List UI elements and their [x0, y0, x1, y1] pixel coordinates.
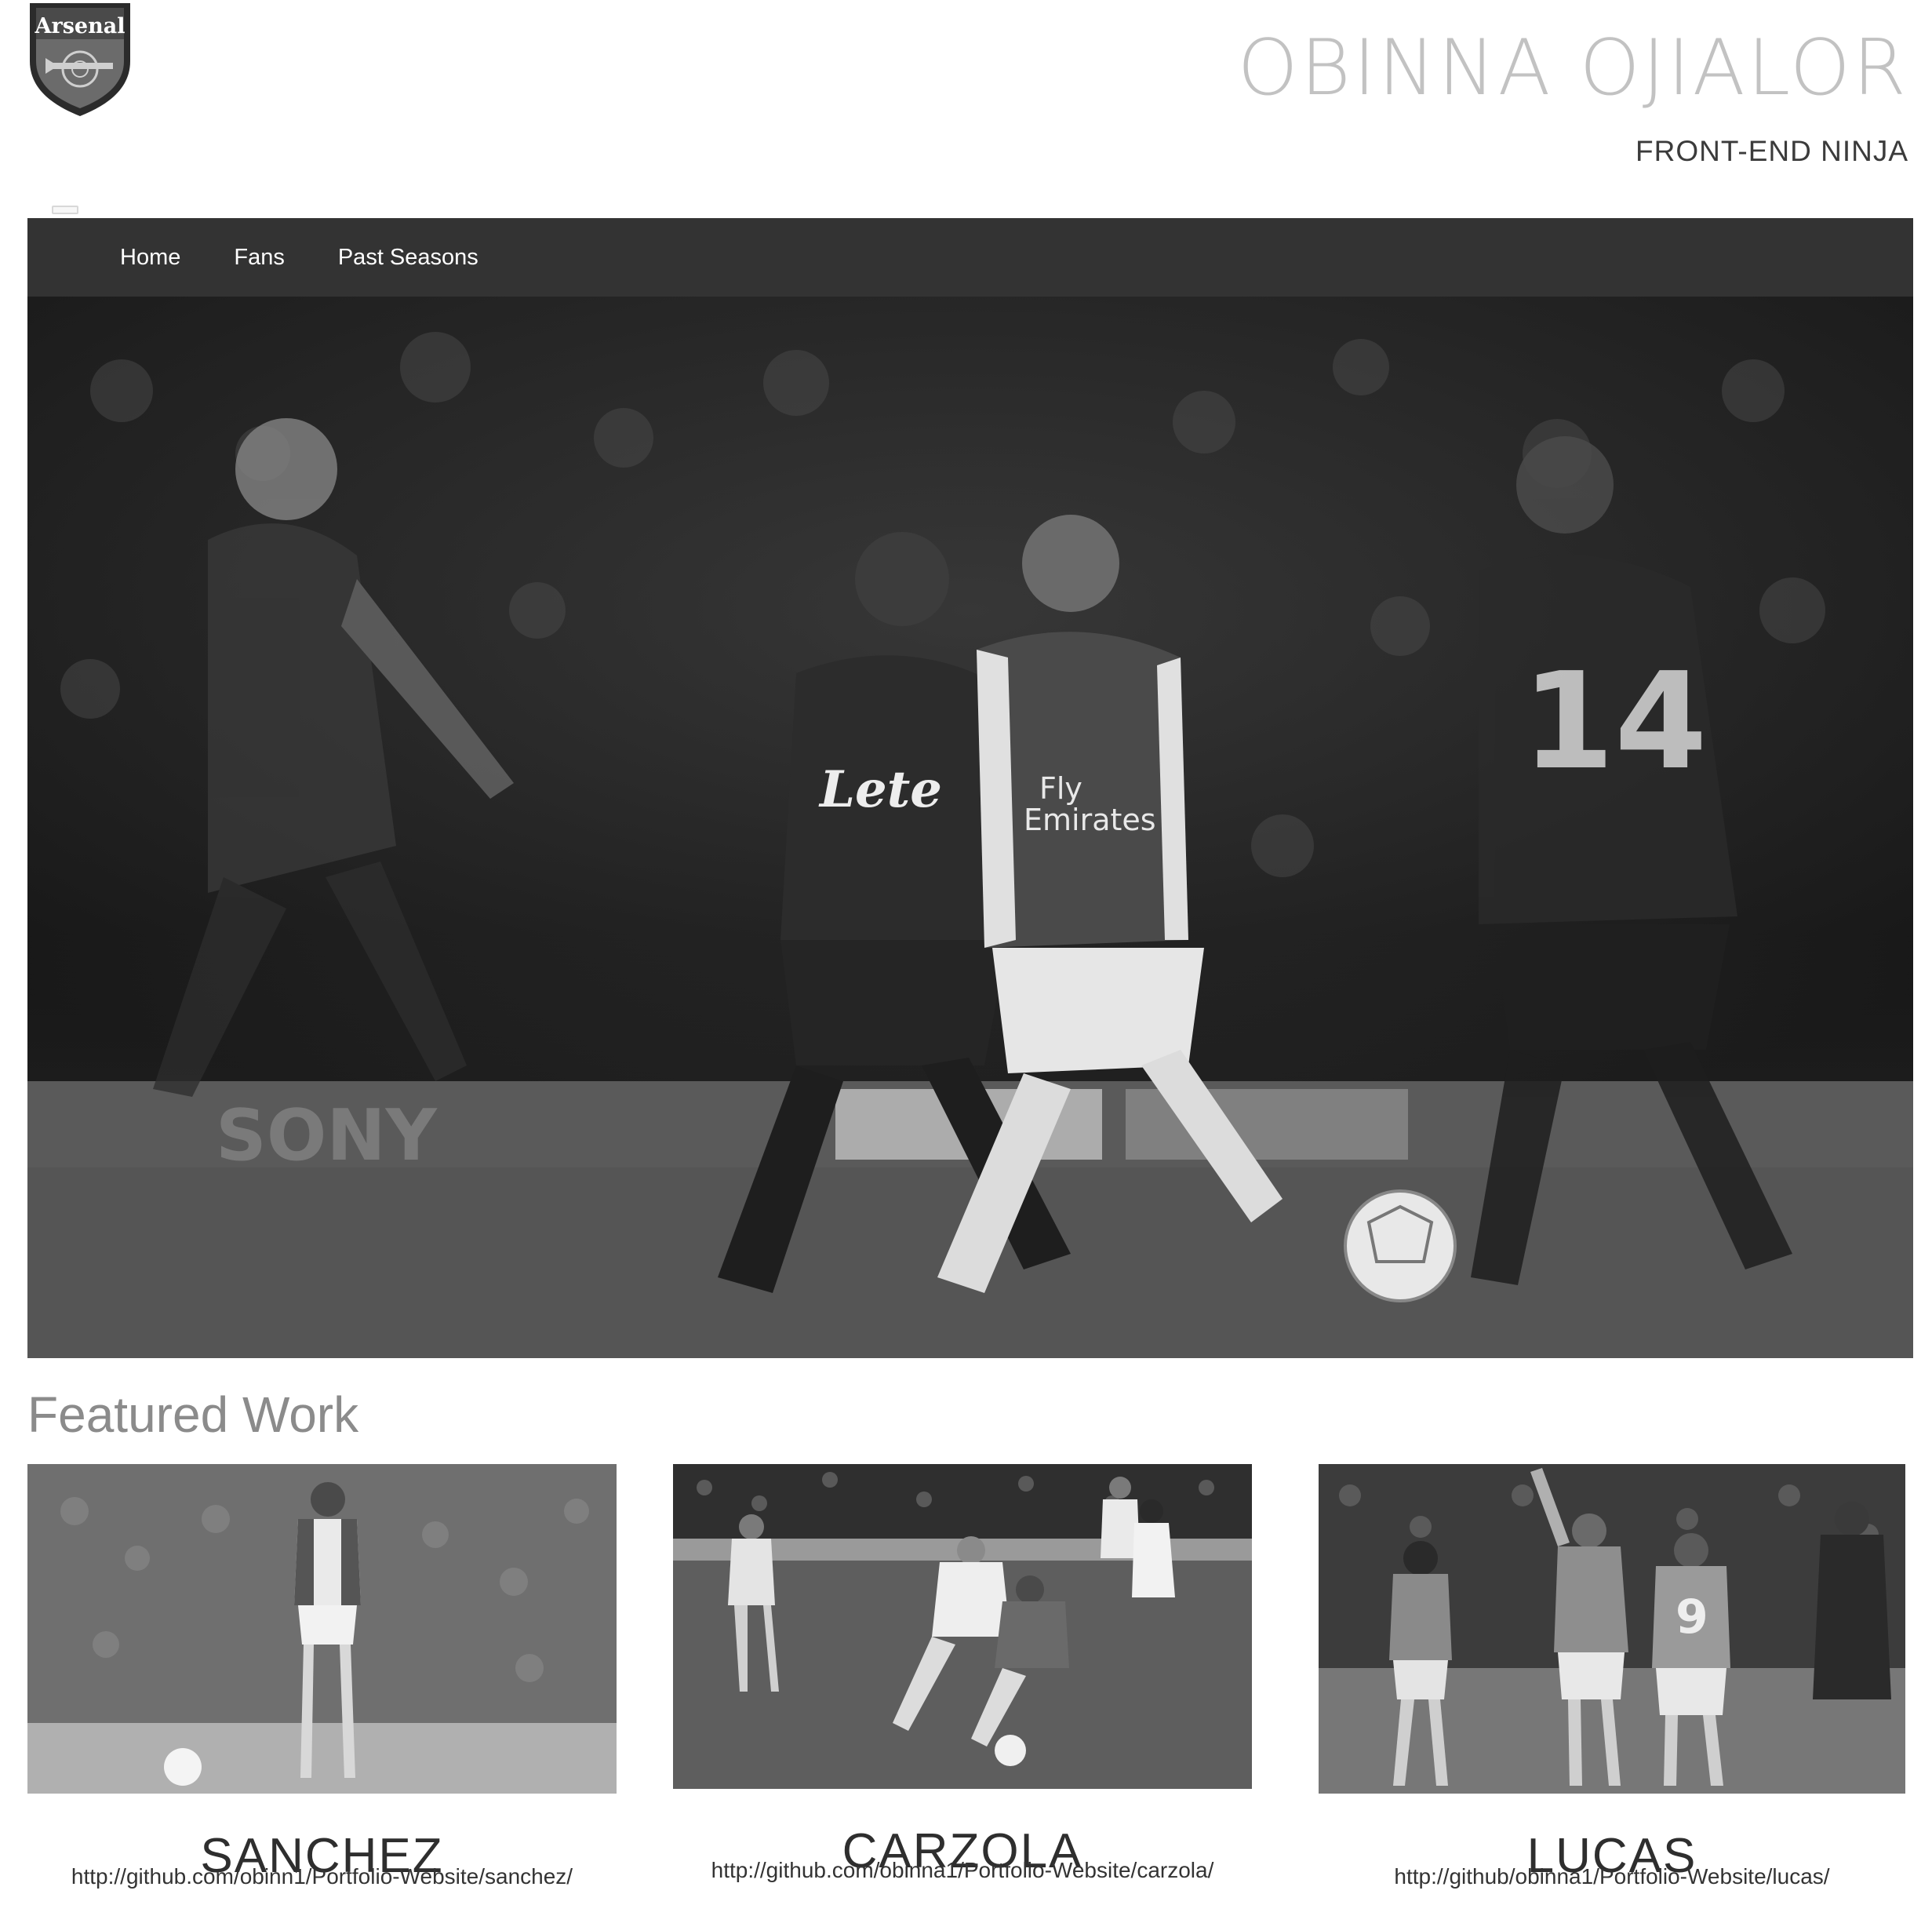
svg-text:Fly: Fly	[1039, 771, 1082, 806]
svg-text:Emirates: Emirates	[1024, 803, 1156, 837]
sanchez-card-image[interactable]	[27, 1464, 617, 1794]
lucas-card-image[interactable]: 9	[1319, 1464, 1905, 1794]
carzola-card-image[interactable]	[673, 1464, 1252, 1789]
svg-text:14: 14	[1522, 644, 1708, 800]
site-tagline: FRONT-END NINJA	[1635, 135, 1908, 167]
page: Arsenal OBINNA OJIALOR FRONT-END NINJA H…	[0, 0, 1932, 1905]
nav-toggle-button[interactable]	[52, 206, 78, 214]
sanchez-card-link[interactable]: http://github.com/obinn1/Portfolio-Websi…	[27, 1866, 617, 1888]
carzola-card-link[interactable]: http://github.com/obinna1/Portfolio-Webs…	[673, 1859, 1252, 1881]
lucas-card-link[interactable]: http://github/obinna1/Portfolio-Website/…	[1319, 1866, 1905, 1888]
svg-text:Arsenal: Arsenal	[35, 14, 126, 38]
nav-item-home[interactable]: Home	[120, 245, 180, 271]
svg-text:Lete: Lete	[818, 760, 942, 819]
main-navbar: Home Fans Past Seasons	[27, 218, 1913, 297]
nav-item-past-seasons[interactable]: Past Seasons	[338, 245, 478, 271]
nav-item-fans[interactable]: Fans	[234, 245, 284, 271]
hero-image: SONY Lete Fly Emirates 14	[27, 297, 1913, 1358]
svg-text:SONY: SONY	[216, 1095, 438, 1177]
svg-text:9: 9	[1675, 1590, 1708, 1645]
site-name: OBINNA OJIALOR	[1237, 24, 1908, 113]
arsenal-crest-logo[interactable]: Arsenal	[25, 0, 135, 118]
featured-work-heading: Featured Work	[27, 1386, 359, 1443]
